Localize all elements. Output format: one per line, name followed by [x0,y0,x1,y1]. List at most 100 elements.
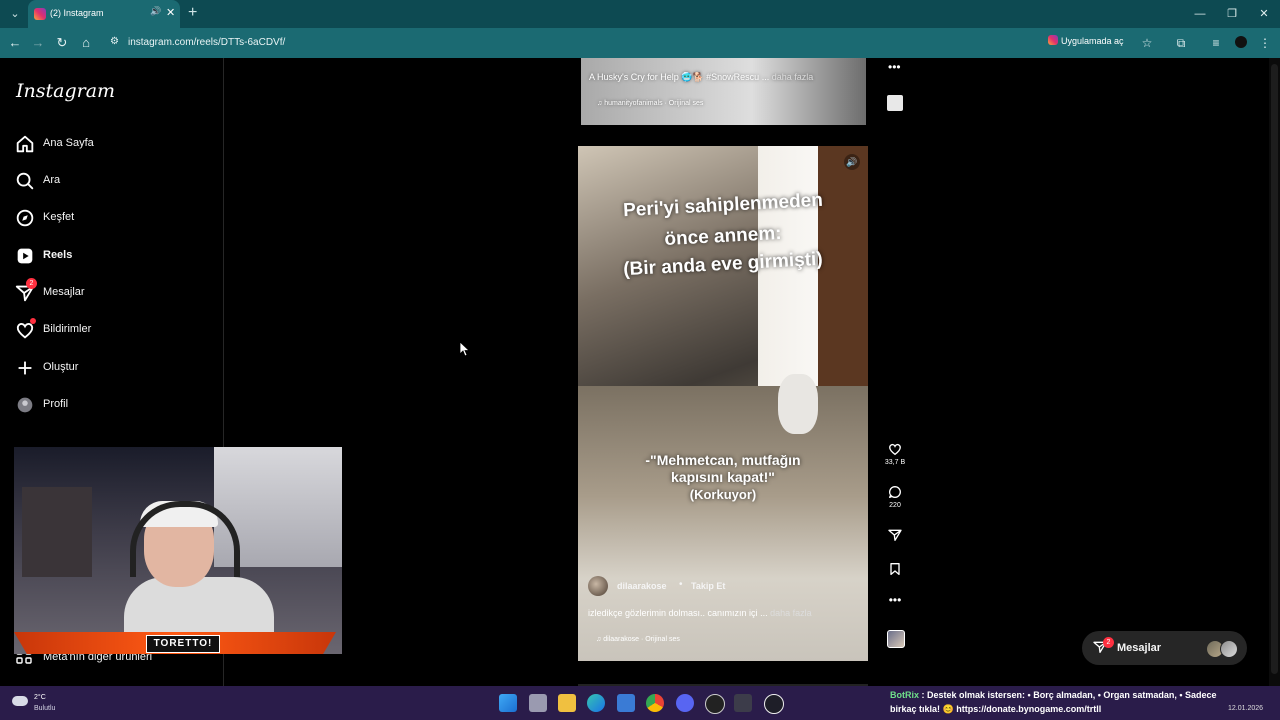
comment-button[interactable]: 220 [880,484,910,509]
sidebar-item-label: Keşfet [43,211,75,223]
overlay-quote-line: (Korkuyor) [689,487,757,502]
sidebar-item-home[interactable]: Ana Sayfa [14,129,204,159]
new-tab-icon[interactable]: + [188,4,197,22]
edge-icon[interactable] [587,694,605,712]
back-icon[interactable]: ← [6,34,24,52]
reel-video[interactable]: 🔊 Peri'yi sahiplenmeden önce annem: (Bir… [578,146,868,661]
sidebar-item-explore[interactable]: Keşfet [14,203,204,233]
sidebar-item-label: Reels [43,249,73,261]
caption-ellipsis: ... [760,608,768,618]
browser-profile-avatar[interactable] [1235,36,1247,48]
previous-reel-video[interactable]: A Husky's Cry for Help 🥶🐕 #SnowRescu ...… [581,58,866,125]
scrollbar-thumb[interactable] [1271,64,1278,674]
reload-icon[interactable]: ↻ [53,34,71,52]
share-icon [888,529,902,541]
extensions-icon[interactable]: ⧉ [1172,34,1190,52]
share-button[interactable] [880,527,910,543]
media-control-icon[interactable]: ≡ [1207,34,1225,52]
store-icon[interactable] [617,694,635,712]
app-icon[interactable] [734,694,752,712]
search-icon [16,172,34,190]
like-button[interactable]: 33,7 B [880,441,910,466]
profile-avatar [17,397,33,413]
reel-caption: izledikçe gözlerimin dolması.. canımızın… [588,608,812,618]
minimize-icon[interactable]: — [1184,0,1216,28]
file-explorer-icon[interactable] [558,694,576,712]
browser-menu-icon[interactable]: ⋮ [1256,34,1274,52]
previous-reel-more-icon[interactable]: ••• [888,60,901,74]
ticker-line: BotRix : Destek olmak istersen: • Borç a… [890,688,1280,702]
comment-icon [889,486,901,498]
sidebar-item-search[interactable]: Ara [14,166,204,196]
weather-condition: Bulutlu [34,705,56,712]
open-in-app-button[interactable]: Uygulamada aç [1048,35,1124,46]
weather-temp: 2°C [34,694,46,701]
previous-reel-caption: A Husky's Cry for Help 🥶🐕 #SnowRescu ...… [589,72,813,83]
sidebar-item-notifications[interactable]: Bildirimler [14,315,204,345]
window-controls: — ❐ ✕ [1184,0,1280,28]
instagram-logo[interactable]: Instagram [16,80,115,102]
instagram-app-icon [1048,35,1058,45]
discord-icon[interactable] [676,694,694,712]
url-text[interactable]: instagram.com/reels/DTTs-6aCDVf/ [128,37,285,48]
sidebar-item-label: Oluştur [43,361,79,373]
reel-audio-thumb[interactable] [887,630,905,648]
reel-audio-label: dilaarakose · Orijinal ses [603,636,680,643]
browser-toolbar: ← → ↻ ⌂ ⚙ instagram.com/reels/DTTs-6aCDV… [0,28,1280,59]
sidebar-item-reels[interactable]: Reels [14,241,204,271]
chat-ticker: BotRix : Destek olmak istersen: • Borç a… [890,688,1280,718]
reel-audio[interactable]: ♫ dilaarakose · Orijinal ses [596,636,680,643]
author-avatar[interactable] [588,576,608,596]
webcam-shelf [22,487,92,577]
tab-title: (2) Instagram [50,8,104,18]
previous-reel-audio-thumb[interactable] [887,95,903,111]
overlay-quote-line: kapısını kapat!" [671,469,775,485]
more-options-icon[interactable]: ••• [880,593,910,607]
tab-audio-icon[interactable]: 🔊 [150,6,161,17]
previous-reel-audio-label: humanityofanimals · Orijinal ses [604,100,704,107]
settings-icon[interactable] [764,694,784,714]
restore-icon[interactable]: ❐ [1216,0,1248,28]
home-icon [16,135,34,153]
save-button[interactable] [880,561,910,577]
site-info-icon[interactable]: ⚙ [110,36,119,47]
bookmark-star-icon[interactable]: ☆ [1138,34,1156,52]
author-username[interactable]: dilaarakose [617,581,667,591]
forward-icon[interactable]: → [29,34,47,52]
obs-icon[interactable] [705,694,725,714]
cloud-icon [12,696,28,706]
mouse-cursor-icon [460,342,470,357]
task-view-icon[interactable] [529,694,547,712]
more-link[interactable]: daha fazla [770,608,812,618]
previous-reel-caption-text: A Husky's Cry for Help 🥶🐕 #SnowRescu [589,72,760,82]
windows-taskbar: 2°C Bulutlu BotRix : Destek olmak isters… [0,686,1280,720]
video-floor [578,386,868,661]
browser-tab[interactable]: (2) Instagram 🔊 ✕ [28,0,180,28]
follow-button[interactable]: Takip Et [691,581,725,591]
previous-reel-audio[interactable]: ♫ humanityofanimals · Orijinal ses [597,100,703,107]
overlay-quote-line: -"Mehmetcan, mutfağın [645,452,801,468]
caption-ellipsis: ... [761,72,770,82]
sidebar-item-label: Bildirimler [43,323,92,335]
close-window-icon[interactable]: ✕ [1248,0,1280,28]
author-separator: • [679,579,683,590]
instagram-favicon-icon [34,8,46,20]
browser-tab-bar: ⌄ (2) Instagram 🔊 ✕ + — ❐ ✕ [0,0,1280,28]
webcam-person [124,487,274,654]
address-bar[interactable]: ⚙ instagram.com/reels/DTTs-6aCDVf/ [104,32,1044,54]
messages-pill-button[interactable]: 2 Mesajlar [1082,631,1247,665]
ticker-line: birkaç tıkla! 😊 https://donate.bynogame.… [890,704,1102,714]
sound-toggle-icon[interactable]: 🔊 [844,154,860,170]
chrome-icon[interactable] [646,694,664,712]
close-tab-icon[interactable]: ✕ [166,6,175,19]
comment-count: 220 [889,502,901,509]
tab-search-chevron-icon[interactable]: ⌄ [6,5,24,23]
start-icon[interactable] [499,694,517,712]
sidebar-item-create[interactable]: Oluştur [14,353,204,383]
more-link[interactable]: daha fazla [772,72,814,82]
sidebar-item-messages[interactable]: 2 Mesajlar [14,278,204,308]
sidebar-item-profile[interactable]: Profil [14,390,204,420]
ticker-bot-name: BotRix [890,690,919,700]
messages-badge: 2 [26,278,37,289]
home-page-icon[interactable]: ⌂ [77,34,95,52]
